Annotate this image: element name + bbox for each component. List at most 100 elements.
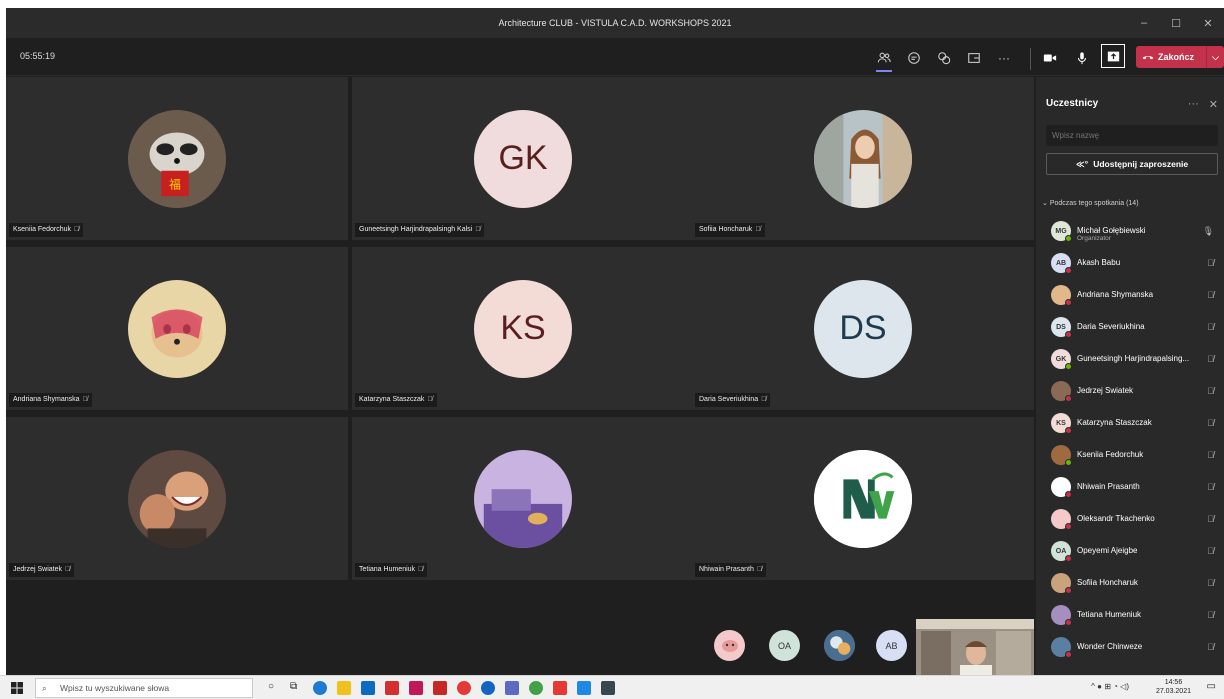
participants-icon[interactable]: [874, 48, 894, 72]
participant-role: Organizator: [1077, 235, 1111, 242]
overflow-avatar[interactable]: [714, 630, 745, 661]
participant-name-tag: Katarzyna Staszczak 🎙̸: [355, 393, 437, 407]
mic-off-icon[interactable]: 🎙̸: [1207, 514, 1214, 524]
participant-row[interactable]: Kseniia Fedorchuk 🎙̸: [1036, 442, 1224, 470]
cortana-icon[interactable]: ○: [268, 681, 274, 692]
more-options-icon[interactable]: ···: [994, 48, 1014, 68]
taskbar-clock[interactable]: 14:56 27.03.2021: [1156, 678, 1191, 696]
pdf-icon[interactable]: [433, 681, 447, 695]
participant-name: Nhiwain Prasanth: [1077, 482, 1140, 491]
video-tile[interactable]: DS Daria Severiukhina 🎙̸: [692, 247, 1034, 410]
mic-off-icon: 🎙̸: [73, 226, 80, 233]
presence-status-icon: [1065, 363, 1072, 370]
participant-name: Andriana Shymanska: [13, 396, 80, 403]
window-controls: – ☐ ✕: [1128, 8, 1224, 38]
video-tile[interactable]: KS Katarzyna Staszczak 🎙̸: [352, 247, 694, 410]
photos-icon[interactable]: [577, 681, 591, 695]
participant-name-tag: Andriana Shymanska 🎙̸: [9, 393, 92, 407]
avatar-initials: MG: [1055, 227, 1067, 235]
chevron-down-icon[interactable]: ⌵: [1206, 46, 1224, 68]
participant-row[interactable]: GK Guneetsingh Harjindrapalsing... 🎙̸: [1036, 346, 1224, 374]
chrome-icon[interactable]: [529, 681, 543, 695]
app-icon[interactable]: [601, 681, 615, 695]
participant-search-input[interactable]: [1046, 125, 1218, 146]
video-tile[interactable]: Sofiia Honcharuk 🎙̸: [692, 77, 1034, 240]
store-icon[interactable]: [361, 681, 375, 695]
overflow-avatar[interactable]: OA: [769, 630, 800, 661]
panel-more-icon[interactable]: ···: [1188, 98, 1199, 111]
mic-off-icon[interactable]: 🎙̸: [1207, 450, 1214, 460]
video-tile[interactable]: 福 Kseniia Fedorchuk 🎙̸: [6, 77, 348, 240]
participant-row[interactable]: Tetiana Humeniuk 🎙̸: [1036, 602, 1224, 630]
taskbar-search-box[interactable]: ⌕ Wpisz tu wyszukiwane słowa: [35, 678, 253, 698]
overflow-avatar[interactable]: AB: [876, 630, 907, 661]
chevron-down-icon: ⌄: [1042, 200, 1050, 207]
mic-off-icon: 🎙̸: [418, 566, 424, 573]
chat-icon[interactable]: [904, 48, 924, 68]
participant-name: Andriana Shymanska: [1077, 290, 1154, 299]
mic-off-icon[interactable]: 🎙̸: [1207, 482, 1214, 492]
windows-start-icon[interactable]: [11, 682, 23, 694]
share-invite-button[interactable]: ≪° Udostępnij zaproszenie: [1046, 153, 1218, 175]
participant-row[interactable]: Jedrzej Swiatek 🎙̸: [1036, 378, 1224, 406]
video-tile[interactable]: Jedrzej Swiatek 🎙̸: [6, 417, 348, 580]
participant-name-tag: Nhiwain Prasanth 🎙̸: [695, 563, 767, 577]
avatar: [474, 449, 572, 548]
notifications-icon[interactable]: ▭: [1207, 681, 1216, 692]
mic-off-icon[interactable]: 🎙̸: [1207, 546, 1214, 556]
leave-button[interactable]: Zakończ ⌵: [1136, 46, 1224, 68]
acrobat-icon[interactable]: [553, 681, 567, 695]
file-explorer-icon[interactable]: [337, 681, 351, 695]
app-icon[interactable]: [409, 681, 423, 695]
participant-row[interactable]: AB Akash Babu 🎙̸: [1036, 250, 1224, 278]
participant-row[interactable]: OA Opeyemi Ajeigbe 🎙̸: [1036, 538, 1224, 566]
participant-row[interactable]: Oleksandr Tkachenko 🎙̸: [1036, 506, 1224, 534]
system-tray[interactable]: ^ ● ⊞ ◔ ◁): [1091, 682, 1129, 691]
task-view-icon[interactable]: ⧉: [290, 681, 297, 692]
share-screen-button[interactable]: [1101, 44, 1125, 68]
mic-off-icon[interactable]: 🎙̸: [1207, 322, 1214, 332]
mic-off-icon[interactable]: 🎙̸: [1207, 418, 1214, 428]
participants-section-header[interactable]: ⌄ Podczas tego spotkania (14): [1042, 199, 1139, 207]
avatar-initials: OA: [777, 640, 791, 651]
camera-icon[interactable]: [1040, 48, 1060, 68]
close-window-button[interactable]: ✕: [1192, 8, 1224, 38]
edge-icon[interactable]: [313, 681, 327, 695]
mic-off-icon[interactable]: 🎙̸: [1207, 258, 1214, 268]
participant-name: Kseniia Fedorchuk: [13, 226, 71, 233]
video-tile[interactable]: Tetiana Humeniuk 🎙̸: [352, 417, 694, 580]
mic-off-icon[interactable]: 🎙̸: [1207, 354, 1214, 364]
participant-name: Daria Severiukhina: [699, 396, 759, 403]
presence-status-icon: [1065, 299, 1072, 306]
app-icon[interactable]: [481, 681, 495, 695]
opera-icon[interactable]: [457, 681, 471, 695]
mic-off-icon[interactable]: 🎙̸: [1207, 642, 1214, 652]
participant-row[interactable]: Nhiwain Prasanth 🎙̸: [1036, 474, 1224, 502]
mic-off-icon[interactable]: 🎙̸: [1207, 610, 1214, 620]
maximize-button[interactable]: ☐: [1160, 8, 1192, 38]
office-icon[interactable]: [385, 681, 399, 695]
microphone-icon[interactable]: [1072, 48, 1092, 68]
participant-row[interactable]: KS Katarzyna Staszczak 🎙̸: [1036, 410, 1224, 438]
mic-off-icon[interactable]: 🎙̸: [1207, 290, 1214, 300]
share-screen-icon: [1107, 51, 1119, 61]
teams-icon[interactable]: [505, 681, 519, 695]
participant-row[interactable]: Sofiia Honcharuk 🎙̸: [1036, 570, 1224, 598]
video-tile[interactable]: Andriana Shymanska 🎙̸: [6, 247, 348, 410]
mic-icon[interactable]: 🎙: [1203, 226, 1214, 237]
minimize-button[interactable]: –: [1128, 8, 1160, 38]
self-video-preview[interactable]: [916, 619, 1034, 675]
participant-row[interactable]: Andriana Shymanska 🎙̸: [1036, 282, 1224, 310]
mic-off-icon[interactable]: 🎙̸: [1207, 386, 1214, 396]
participant-row[interactable]: Wonder Chinweze 🎙̸: [1036, 634, 1224, 662]
rooms-icon[interactable]: [964, 48, 984, 68]
close-icon[interactable]: ✕: [1209, 98, 1218, 111]
participant-name: Tetiana Humeniuk: [1077, 610, 1142, 619]
participant-row[interactable]: DS Daria Severiukhina 🎙̸: [1036, 314, 1224, 342]
mic-off-icon[interactable]: 🎙̸: [1207, 578, 1214, 588]
participant-row[interactable]: MG Michał Gołębiewski Organizator 🎙: [1036, 218, 1224, 246]
overflow-avatar[interactable]: [824, 630, 855, 661]
reactions-icon[interactable]: [934, 48, 954, 68]
video-tile[interactable]: Nhiwain Prasanth 🎙̸: [692, 417, 1034, 580]
video-tile[interactable]: GK Guneetsingh Harjindrapalsingh Kalsi 🎙̸: [352, 77, 694, 240]
